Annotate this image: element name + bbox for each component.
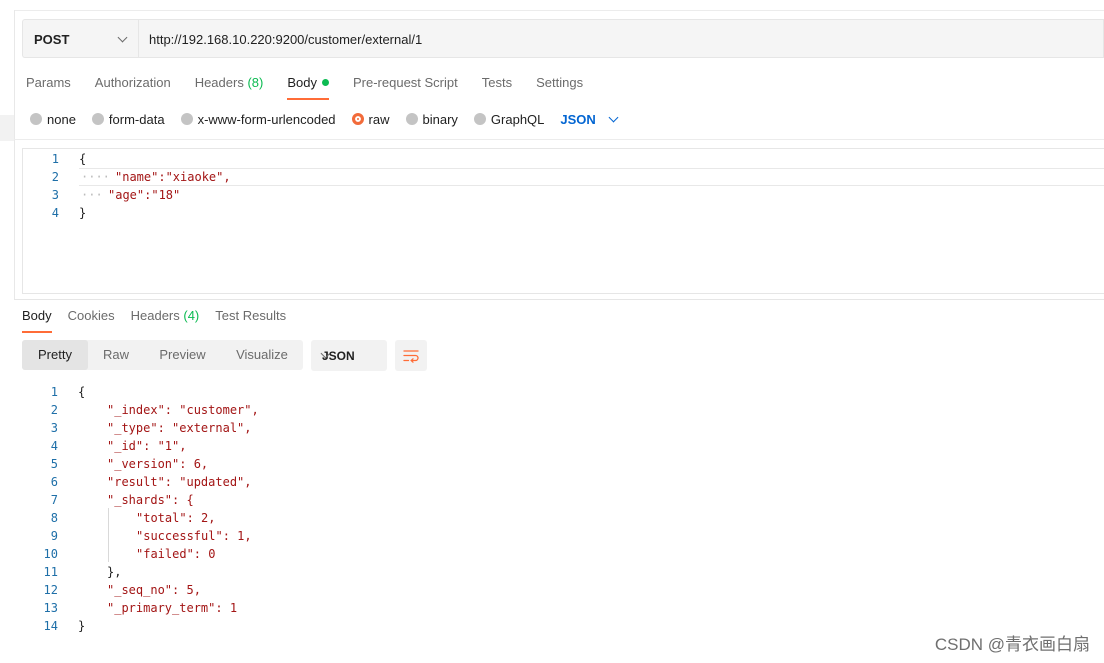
line-number: 1 <box>50 385 58 399</box>
radio-graphql[interactable]: GraphQL <box>473 112 544 127</box>
radio-circle-icon <box>30 113 42 125</box>
code-line: "_primary_term": 1 <box>107 601 238 615</box>
line-number: 4 <box>51 206 59 220</box>
chevron-down-icon <box>608 112 619 122</box>
code-line: "total": 2, <box>136 511 216 525</box>
sidebar-handle[interactable] <box>0 115 14 141</box>
code-line: "age":"18" <box>108 188 181 202</box>
tab-tests[interactable]: Tests <box>482 75 512 99</box>
code-line: "_shards": { <box>107 493 194 507</box>
line-number: 6 <box>50 475 58 489</box>
left-panel-edge <box>14 10 15 300</box>
response-tab-cookies[interactable]: Cookies <box>68 308 115 332</box>
code-line: "successful": 1, <box>136 529 252 543</box>
code-line: } <box>78 619 86 633</box>
line-number: 7 <box>50 493 58 507</box>
line-number: 2 <box>50 403 58 417</box>
active-line-highlight <box>79 168 1104 186</box>
response-format-select[interactable]: JSON <box>311 340 387 371</box>
body-indicator-dot-icon <box>321 79 329 86</box>
response-tab-body[interactable]: Body <box>22 308 52 333</box>
headers-count: (8) <box>247 75 264 90</box>
line-number: 4 <box>50 439 58 453</box>
response-headers-count: (4) <box>183 308 200 323</box>
radio-circle-icon <box>91 113 104 125</box>
tab-params[interactable]: Params <box>26 75 71 99</box>
method-label: POST <box>34 32 70 47</box>
line-number: 5 <box>50 457 58 471</box>
tab-settings[interactable]: Settings <box>536 75 583 99</box>
response-tabs: Body Cookies Headers (4) Test Results <box>22 308 302 333</box>
radio-binary[interactable]: binary <box>405 112 458 127</box>
code-line: { <box>78 385 86 399</box>
body-format-select[interactable]: JSON <box>560 112 619 127</box>
method-select[interactable]: POST <box>22 19 138 58</box>
url-text: http://192.168.10.220:9200/customer/exte… <box>149 32 423 47</box>
view-mode-pretty[interactable]: Pretty <box>22 340 88 370</box>
tab-body[interactable]: Body <box>287 75 329 100</box>
radio-selected-icon <box>351 113 364 125</box>
line-number: 2 <box>51 170 59 184</box>
code-line: { <box>79 152 87 166</box>
line-number: 8 <box>50 511 58 525</box>
radio-circle-icon <box>473 113 486 125</box>
wrap-lines-button[interactable] <box>395 340 427 371</box>
code-line: "name":"xiaoke", <box>115 170 231 184</box>
line-number: 13 <box>43 601 58 615</box>
tab-headers[interactable]: Headers (8) <box>195 75 264 99</box>
top-divider <box>14 10 1104 11</box>
line-number: 1 <box>51 152 59 166</box>
line-number: 9 <box>50 529 58 543</box>
response-tab-headers[interactable]: Headers (4) <box>131 308 200 332</box>
response-body[interactable]: 1 2 3 4 5 6 7 8 9 10 11 12 13 14 { "_ind… <box>22 382 622 638</box>
body-type-radios: none form-data x-www-form-urlencoded raw… <box>30 110 619 128</box>
line-number: 14 <box>43 619 58 633</box>
code-line: }, <box>107 565 122 579</box>
whitespace-dots: ··· <box>81 188 103 202</box>
whitespace-dots: ···· <box>81 170 110 184</box>
wrap-lines-icon <box>403 350 419 363</box>
view-mode-toggle: Pretty Raw Preview Visualize <box>22 340 303 370</box>
code-line: "_version": 6, <box>107 457 209 471</box>
request-tabs: Params Authorization Headers (8) Body Pr… <box>26 75 607 100</box>
radio-form-data[interactable]: form-data <box>91 112 165 127</box>
radio-circle-icon <box>405 113 418 125</box>
radio-x-www-form-urlencoded[interactable]: x-www-form-urlencoded <box>180 112 336 127</box>
view-mode-visualize[interactable]: Visualize <box>221 340 303 370</box>
code-line: "result": "updated", <box>107 475 252 489</box>
line-number: 3 <box>51 188 59 202</box>
code-line: "_index": "customer", <box>107 403 259 417</box>
divider <box>14 299 1104 300</box>
code-line: "failed": 0 <box>136 547 216 561</box>
line-number: 11 <box>43 565 58 579</box>
code-line: } <box>79 206 87 220</box>
tab-pre-request-script[interactable]: Pre-request Script <box>353 75 458 99</box>
chevron-down-icon <box>117 32 128 43</box>
divider <box>14 139 1104 140</box>
radio-raw[interactable]: raw <box>351 112 390 127</box>
watermark: CSDN @青衣画白扇 <box>934 635 1090 654</box>
line-number: 12 <box>43 583 58 597</box>
response-tab-test-results[interactable]: Test Results <box>215 308 286 332</box>
url-input[interactable]: http://192.168.10.220:9200/customer/exte… <box>138 19 1104 58</box>
view-mode-preview[interactable]: Preview <box>144 340 221 370</box>
line-number: 3 <box>50 421 58 435</box>
radio-none[interactable]: none <box>30 112 76 127</box>
radio-circle-icon <box>180 113 193 125</box>
code-line: "_type": "external", <box>107 421 252 435</box>
code-line: "_id": "1", <box>107 439 187 453</box>
line-number: 10 <box>43 547 58 561</box>
indent-guide <box>108 508 109 562</box>
request-body-editor[interactable]: 1 2 3 4 { ···· "name":"xiaoke", ··· "age… <box>22 148 1104 294</box>
code-line: "_seq_no": 5, <box>107 583 201 597</box>
view-mode-raw[interactable]: Raw <box>88 340 144 370</box>
tab-authorization[interactable]: Authorization <box>95 75 171 99</box>
